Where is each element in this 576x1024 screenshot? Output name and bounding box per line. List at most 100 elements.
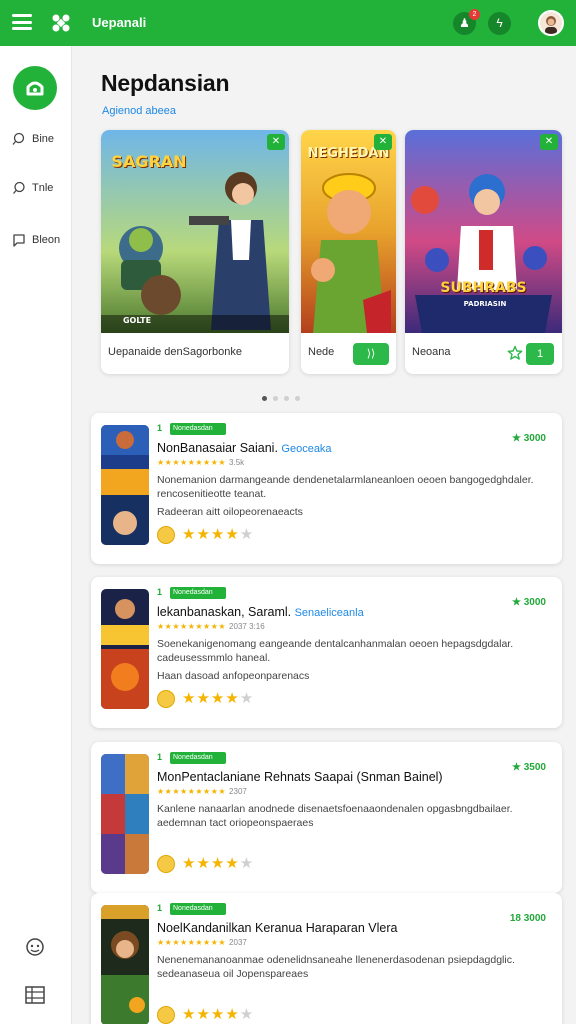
app-title: Uepanali bbox=[92, 15, 147, 30]
card-caption: Neoana bbox=[412, 346, 451, 358]
developer-link[interactable]: Senaeliceanla bbox=[295, 607, 364, 619]
avatar[interactable] bbox=[538, 10, 564, 36]
list-item[interactable]: 1 Nonedasdan ★ 3000 NonBanasaiar Saiani.… bbox=[91, 413, 562, 564]
close-icon[interactable]: ✕ bbox=[540, 134, 558, 150]
art-title: SUBHRABS bbox=[440, 280, 527, 296]
rating-count: 2037 3:16 bbox=[229, 622, 265, 631]
category-tag: Nonedasdan bbox=[170, 587, 226, 599]
game-thumbnail bbox=[101, 754, 149, 874]
smiley-icon bbox=[157, 1006, 175, 1024]
game-art: SAGRAN GOLTE bbox=[101, 130, 289, 333]
menu-icon[interactable] bbox=[12, 14, 32, 30]
price-label: ★ 3000 bbox=[512, 433, 546, 444]
page-title: Nepdansian bbox=[101, 70, 230, 96]
rank-label: 1 bbox=[157, 587, 163, 597]
carousel-indicator bbox=[262, 388, 306, 401]
star-rating[interactable]: ★★★★★ bbox=[182, 689, 254, 707]
smiley-icon bbox=[157, 526, 175, 544]
mini-rating: ★★★★★★★★★ 2307 bbox=[157, 787, 247, 796]
price-label: ★ 3000 bbox=[512, 597, 546, 608]
chat-icon bbox=[13, 181, 25, 194]
rating-count: 2037 bbox=[229, 938, 247, 947]
home-button[interactable] bbox=[13, 66, 57, 110]
price-label: 18 3000 bbox=[509, 913, 546, 924]
activity-icon[interactable]: ϟ bbox=[488, 12, 511, 35]
favorite-star-icon[interactable] bbox=[507, 345, 523, 361]
sidebar-item-search[interactable]: Bine bbox=[12, 130, 72, 150]
developer-link[interactable]: Geoceaka bbox=[281, 443, 331, 455]
game-name: lekanbanaskan, Saraml. bbox=[157, 605, 292, 619]
game-thumbnail bbox=[101, 425, 149, 545]
notification-badge: 2 bbox=[469, 9, 480, 20]
sidebar-item-chat[interactable]: Tnle bbox=[12, 179, 72, 199]
game-description: Soenekanigenomang eangeande dentalcanhan… bbox=[157, 638, 514, 664]
game-thumbnail bbox=[101, 589, 149, 709]
search-icon bbox=[12, 132, 25, 145]
list-item[interactable]: 1 Nonedasdan ★ 3500 MonPentaclaniane Reh… bbox=[91, 742, 562, 893]
close-icon[interactable]: ✕ bbox=[374, 134, 392, 150]
game-name: NoelKandanilkan Keranua Haraparan Vlera bbox=[157, 921, 398, 935]
star-rating[interactable]: ★★★★★ bbox=[182, 525, 254, 543]
rating-count: 2307 bbox=[229, 787, 247, 796]
price-label: ★ 3500 bbox=[512, 762, 546, 773]
game-art: SUBHRABS PADRIASIN bbox=[405, 130, 562, 333]
mini-rating: ★★★★★★★★★ 2037 bbox=[157, 938, 247, 947]
game-title[interactable]: MonPentaclaniane Rehnats Saapai (Snman B… bbox=[157, 770, 443, 784]
art-subtitle: GOLTE bbox=[122, 316, 152, 325]
list-item[interactable]: 1 Nonedasdan ★ 3000 lekanbanaskan, Saram… bbox=[91, 577, 562, 728]
rank-label: 1 bbox=[157, 903, 163, 913]
game-art: NEGHEDAN bbox=[301, 130, 396, 333]
mini-rating: ★★★★★★★★★ 3.5k bbox=[157, 458, 245, 467]
top-app-bar: Uepanali ♟ 2 ϟ bbox=[0, 0, 576, 46]
card-caption: Uepanaide denSagorbonke bbox=[108, 346, 242, 358]
category-tag: Nonedasdan bbox=[170, 423, 226, 435]
carousel-dot[interactable] bbox=[295, 396, 300, 401]
featured-card[interactable]: NEGHEDAN ✕ Nede ⟩⟩ bbox=[301, 130, 396, 374]
sidebar-item-label: Bine bbox=[32, 133, 55, 145]
game-meta: Radeeran aitt oilopeorenaeacts bbox=[157, 506, 303, 518]
price-value: 3000 bbox=[523, 433, 546, 444]
sidebar: Bine Tnle Bleon bbox=[0, 46, 72, 1024]
game-description: Kanlene nanaarlan anodnede disenaetsfoen… bbox=[157, 803, 513, 829]
game-name: MonPentaclaniane Rehnats Saapai (Snman B… bbox=[157, 770, 443, 784]
star-rating[interactable]: ★★★★★ bbox=[182, 1005, 254, 1023]
message-icon bbox=[13, 234, 25, 247]
price-value: 3000 bbox=[523, 597, 546, 608]
smiley-icon bbox=[157, 855, 175, 873]
carousel-dot[interactable] bbox=[262, 396, 267, 401]
game-title[interactable]: NoelKandanilkan Keranua Haraparan Vlera bbox=[157, 921, 397, 935]
support-icon[interactable] bbox=[24, 936, 46, 958]
mini-rating: ★★★★★★★★★ 2037 3:16 bbox=[157, 622, 265, 631]
sidebar-item-messages[interactable]: Bleon bbox=[12, 231, 72, 251]
game-description: Nenenemananoanmae odenelidnsaneahe llene… bbox=[157, 954, 515, 980]
list-item[interactable]: 1 Nonedasdan 18 3000 NoelKandanilkan Ker… bbox=[91, 893, 562, 1024]
play-button[interactable]: ⟩⟩ bbox=[353, 343, 389, 365]
app-logo-icon bbox=[52, 14, 70, 32]
featured-card[interactable]: SUBHRABS PADRIASIN ✕ Neoana 1 bbox=[405, 130, 562, 374]
art-subtitle: PADRIASIN bbox=[463, 300, 507, 308]
carousel-dot[interactable] bbox=[273, 396, 278, 401]
library-icon[interactable] bbox=[24, 984, 46, 1006]
game-title[interactable]: lekanbanaskan, Saraml. Senaeliceanla bbox=[157, 605, 364, 619]
install-button[interactable]: 1 bbox=[526, 343, 554, 365]
game-name: NonBanasaiar Saiani. bbox=[157, 441, 278, 455]
sidebar-item-label: Tnle bbox=[32, 182, 54, 194]
close-icon[interactable]: ✕ bbox=[267, 134, 285, 150]
home-icon bbox=[26, 81, 44, 96]
sidebar-item-label: Bleon bbox=[32, 234, 61, 246]
featured-card[interactable]: SAGRAN GOLTE ✕ Uepanaide denSagorbonke bbox=[101, 130, 289, 374]
rank-label: 1 bbox=[157, 423, 163, 433]
category-tag: Nonedasdan bbox=[170, 752, 226, 764]
rating-count: 3.5k bbox=[229, 458, 245, 467]
game-thumbnail bbox=[101, 905, 149, 1024]
art-title: SAGRAN bbox=[111, 152, 187, 171]
notification-icon[interactable]: ♟ 2 bbox=[453, 9, 480, 35]
card-caption: Nede bbox=[308, 346, 335, 358]
rank-label: 1 bbox=[157, 752, 163, 762]
section-link[interactable]: Agienod abeea bbox=[102, 105, 176, 117]
star-rating[interactable]: ★★★★★ bbox=[182, 854, 254, 872]
price-value: 3500 bbox=[523, 762, 546, 773]
game-title[interactable]: NonBanasaiar Saiani. Geoceaka bbox=[157, 441, 332, 455]
category-tag: Nonedasdan bbox=[170, 903, 226, 915]
carousel-dot[interactable] bbox=[284, 396, 289, 401]
